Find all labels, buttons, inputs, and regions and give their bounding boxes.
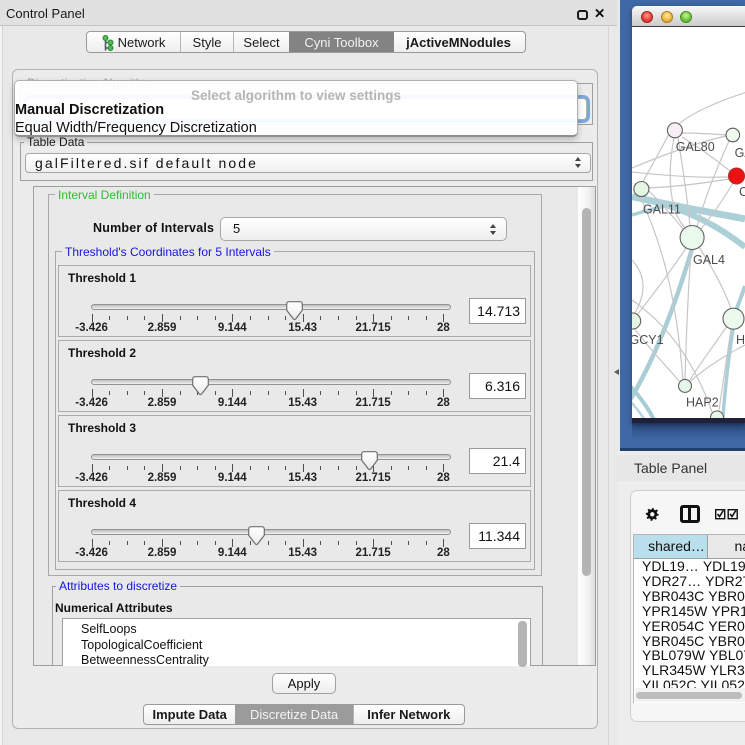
svg-text:GAL11: GAL11 — [643, 203, 681, 217]
svg-text:GAL80: GAL80 — [676, 140, 715, 154]
svg-text:HAP2: HAP2 — [686, 396, 719, 410]
svg-text:GA: GA — [735, 146, 745, 160]
svg-text:GCY1: GCY1 — [632, 333, 664, 347]
svg-text:GAL4: GAL4 — [693, 253, 725, 267]
svg-text:H: H — [736, 333, 745, 347]
svg-text:C: C — [739, 185, 745, 199]
